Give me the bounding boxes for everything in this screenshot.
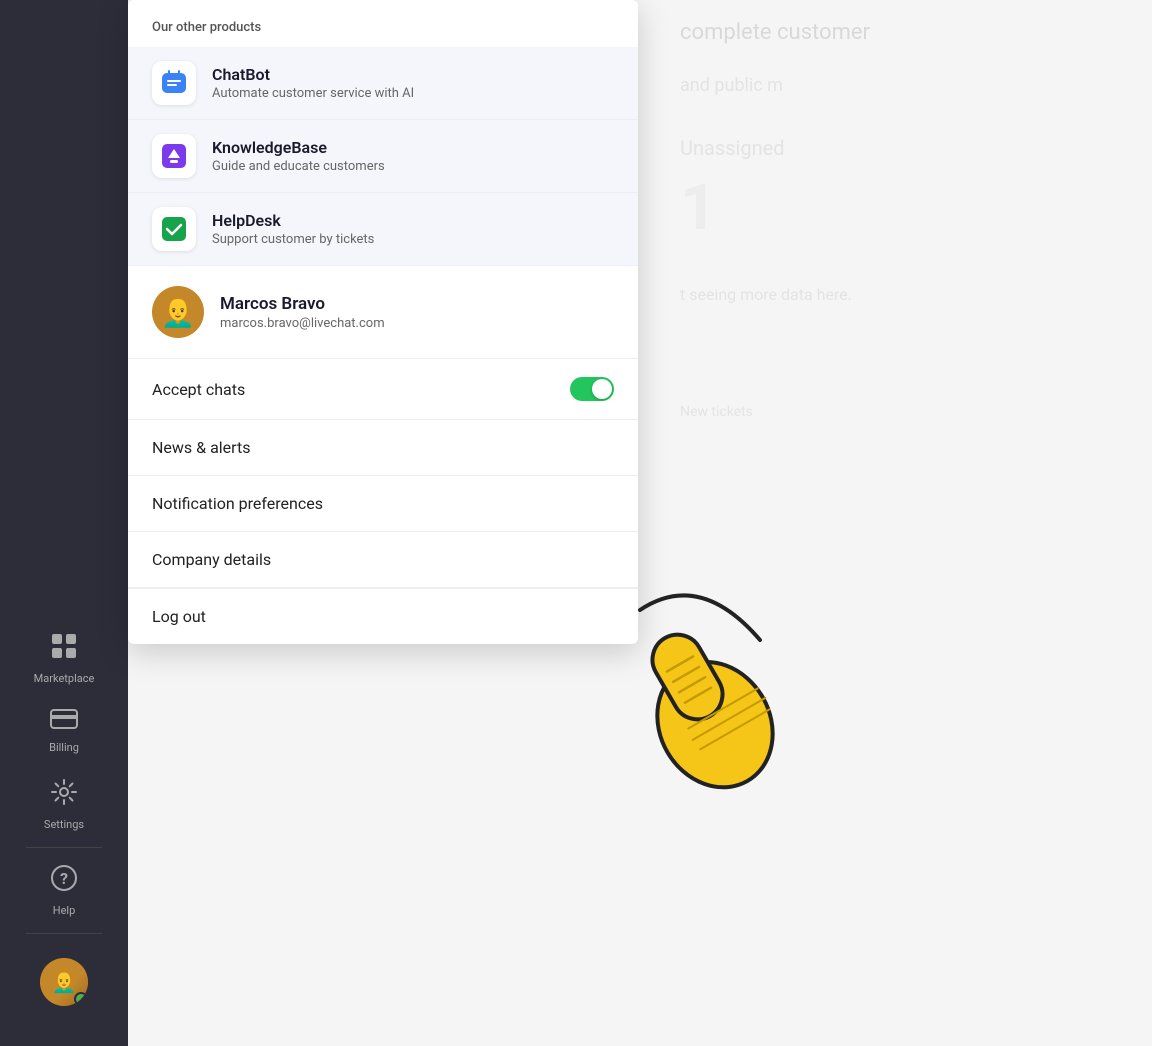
user-profile-section[interactable]: 👨‍🦲 Marcos Bravo marcos.bravo@livechat.c… xyxy=(128,266,638,359)
helpdesk-icon-box xyxy=(152,207,196,251)
chatbot-product-item[interactable]: ChatBot Automate customer service with A… xyxy=(128,47,638,120)
overlay: Our other products ChatBot Automate cust… xyxy=(0,0,1152,1046)
chatbot-info: ChatBot Automate customer service with A… xyxy=(212,65,414,101)
menu-item-notification-prefs[interactable]: Notification preferences xyxy=(128,476,638,532)
other-products-label: Our other products xyxy=(128,0,638,47)
dropdown-menu: Our other products ChatBot Automate cust… xyxy=(128,0,638,644)
helpdesk-desc: Support customer by tickets xyxy=(212,232,374,247)
hand-illustration xyxy=(580,580,810,800)
user-email: marcos.bravo@livechat.com xyxy=(220,316,385,331)
chatbot-desc: Automate customer service with AI xyxy=(212,86,414,101)
menu-item-news[interactable]: News & alerts xyxy=(128,420,638,476)
helpdesk-name: HelpDesk xyxy=(212,211,374,230)
chatbot-icon-box xyxy=(152,61,196,105)
toggle-knob xyxy=(592,379,612,399)
user-info: Marcos Bravo marcos.bravo@livechat.com xyxy=(220,294,385,331)
menu-item-logout[interactable]: Log out xyxy=(128,589,638,644)
knowledgebase-icon-box xyxy=(152,134,196,178)
user-name: Marcos Bravo xyxy=(220,294,385,314)
helpdesk-info: HelpDesk Support customer by tickets xyxy=(212,211,374,247)
knowledgebase-info: KnowledgeBase Guide and educate customer… xyxy=(212,138,385,174)
accept-chats-section: Accept chats xyxy=(128,359,638,420)
accept-chats-toggle[interactable] xyxy=(570,377,614,401)
chatbot-name: ChatBot xyxy=(212,65,414,84)
accept-chats-label: Accept chats xyxy=(152,380,245,399)
user-avatar-emoji: 👨‍🦲 xyxy=(161,296,196,329)
knowledgebase-product-item[interactable]: KnowledgeBase Guide and educate customer… xyxy=(128,120,638,193)
knowledgebase-name: KnowledgeBase xyxy=(212,138,385,157)
knowledgebase-desc: Guide and educate customers xyxy=(212,159,385,174)
menu-item-company-details[interactable]: Company details xyxy=(128,532,638,588)
helpdesk-product-item[interactable]: HelpDesk Support customer by tickets xyxy=(128,193,638,266)
user-avatar: 👨‍🦲 xyxy=(152,286,204,338)
